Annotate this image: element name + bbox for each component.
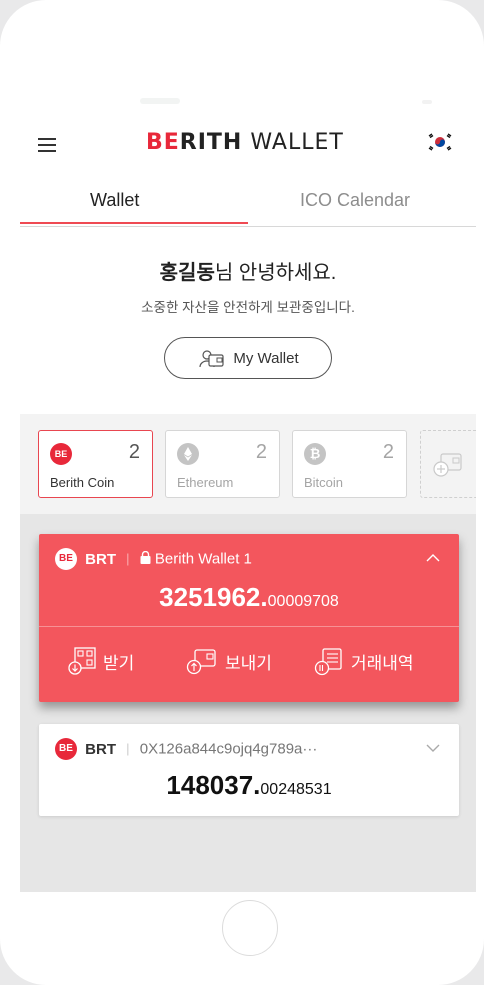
- token-selector: BE 2 Berith Coin 2 Ethereum ₿ 2 Bitcoin: [20, 414, 476, 514]
- wallet-header: BE BRT | Berith Wallet 1: [55, 548, 447, 572]
- berith-badge-text: BE: [54, 449, 68, 459]
- greeting-title: 홍길동님 안녕하세요.: [20, 256, 476, 285]
- my-wallet-label: My Wallet: [233, 349, 299, 367]
- wallet-card-expanded[interactable]: BE BRT | Berith Wallet 1 3251962.0000970…: [39, 534, 459, 702]
- token-name: Bitcoin: [304, 475, 344, 490]
- token-name: Berith Coin: [50, 475, 115, 490]
- berith-coin-icon: BE: [50, 443, 72, 465]
- token-card-bitcoin[interactable]: ₿ 2 Bitcoin: [292, 430, 407, 498]
- my-wallet-button[interactable]: My Wallet: [164, 337, 332, 379]
- chevron-down-icon[interactable]: [425, 740, 441, 757]
- balance-fraction: 00009708: [267, 593, 339, 610]
- wallet-actions: 받기 보내기 거래내역: [39, 638, 459, 694]
- wallet-symbol: BRT: [85, 740, 116, 758]
- add-wallet-icon: [433, 453, 462, 477]
- bitcoin-icon: ₿: [304, 443, 326, 465]
- coin-badge-text: BE: [59, 553, 73, 564]
- ethereum-icon: [177, 443, 199, 465]
- logo-accent: BE: [146, 130, 180, 155]
- top-bar: BERITH WALLET: [20, 110, 476, 182]
- token-count: 2: [382, 441, 394, 463]
- token-card-berith[interactable]: BE 2 Berith Coin: [38, 430, 153, 498]
- speaker: [140, 98, 180, 104]
- tab-ico-calendar[interactable]: ICO Calendar: [300, 190, 410, 211]
- tab-wallet[interactable]: Wallet: [90, 190, 139, 211]
- wallet-balance: 148037.00248531: [166, 770, 332, 800]
- lock-icon: [140, 550, 155, 568]
- transaction-history-icon: [314, 648, 342, 676]
- receive-label: 받기: [103, 653, 135, 673]
- home-button[interactable]: [222, 900, 278, 956]
- wallet-name: Berith Wallet 1: [154, 550, 252, 568]
- tab-bar: Wallet ICO Calendar: [20, 182, 476, 227]
- separator: |: [126, 740, 130, 756]
- separator: |: [126, 550, 130, 566]
- logo-strong: RITH: [179, 130, 243, 155]
- history-label: 거래내역: [351, 653, 414, 673]
- receive-button[interactable]: 받기: [67, 646, 134, 676]
- app-logo: BERITH WALLET: [146, 130, 344, 155]
- phone-frame: BERITH WALLET Wallet ICO Calendar 홍길동님 안…: [0, 0, 484, 985]
- token-card-ethereum[interactable]: 2 Ethereum: [165, 430, 280, 498]
- coin-badge-text: BE: [59, 743, 73, 754]
- history-button[interactable]: 거래내역: [313, 646, 414, 676]
- berith-coin-icon: BE: [55, 738, 77, 760]
- qr-receive-icon: [68, 647, 96, 675]
- wallet-header: BE BRT | 0X126a844c9ojq4g789a···: [55, 738, 447, 762]
- camera: [422, 100, 432, 104]
- wallet-send-icon: [186, 649, 216, 675]
- wallet-user-icon: [199, 350, 224, 368]
- active-tab-indicator: [20, 222, 248, 224]
- app-screen: BERITH WALLET Wallet ICO Calendar 홍길동님 안…: [20, 110, 476, 892]
- user-name: 홍길동: [159, 262, 215, 284]
- token-count: 2: [128, 441, 140, 463]
- balance-integer: 3251962: [159, 582, 261, 612]
- wallet-card-collapsed[interactable]: BE BRT | 0X126a844c9ojq4g789a··· 148037.…: [39, 724, 459, 816]
- greeting-suffix: 님 안녕하세요.: [214, 262, 337, 284]
- chevron-up-icon[interactable]: [425, 550, 441, 567]
- hamburger-menu-icon[interactable]: [38, 136, 60, 154]
- wallet-balance: 3251962.00009708: [159, 582, 339, 612]
- wallet-symbol: BRT: [85, 550, 116, 568]
- korea-flag-icon[interactable]: [426, 132, 454, 152]
- send-button[interactable]: 보내기: [185, 646, 272, 676]
- berith-coin-icon: BE: [55, 548, 77, 570]
- send-label: 보내기: [225, 653, 272, 673]
- greeting-subtitle: 소중한 자산을 안전하게 보관중입니다.: [141, 300, 355, 315]
- card-divider: [39, 626, 459, 627]
- wallet-address: 0X126a844c9ojq4g789a···: [139, 740, 318, 758]
- token-count: 2: [255, 441, 267, 463]
- logo-light: WALLET: [250, 130, 344, 155]
- token-name: Ethereum: [177, 475, 234, 490]
- add-wallet-button[interactable]: [420, 430, 476, 498]
- balance-fraction: 00248531: [260, 781, 332, 798]
- balance-integer: 148037: [166, 770, 254, 800]
